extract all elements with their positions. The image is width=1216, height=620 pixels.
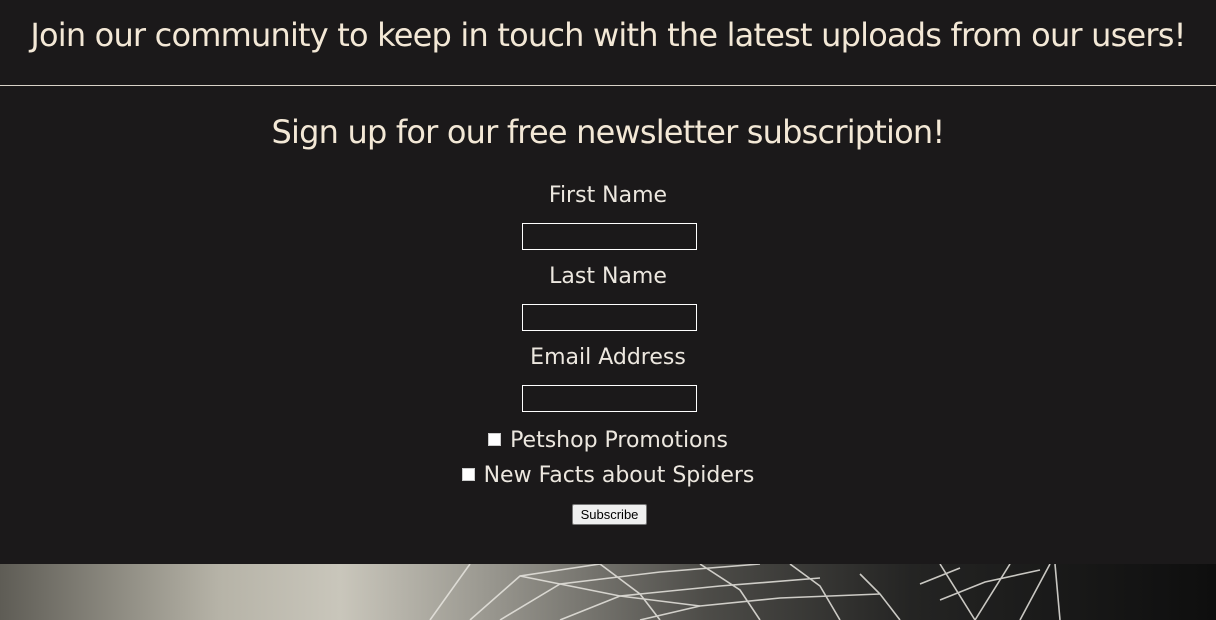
petshop-promotions-label: Petshop Promotions bbox=[510, 428, 728, 453]
spider-facts-checkbox[interactable] bbox=[461, 467, 475, 481]
last-name-label: Last Name bbox=[549, 264, 667, 289]
spider-facts-label: New Facts about Spiders bbox=[483, 463, 755, 488]
spider-facts-option: New Facts about Spiders bbox=[0, 462, 1216, 490]
spider-web-hero-image bbox=[0, 564, 1216, 620]
email-field[interactable] bbox=[522, 385, 697, 412]
email-label: Email Address bbox=[530, 345, 686, 370]
last-name-field[interactable] bbox=[522, 304, 697, 331]
subscribe-button[interactable]: Subscribe bbox=[572, 504, 647, 525]
first-name-field[interactable] bbox=[522, 223, 697, 250]
petshop-promotions-checkbox[interactable] bbox=[488, 432, 502, 446]
newsletter-heading: Sign up for our free newsletter subscrip… bbox=[271, 113, 946, 151]
first-name-label: First Name bbox=[548, 183, 668, 208]
community-heading: Join our community to keep in touch with… bbox=[30, 16, 1186, 54]
community-banner: Join our community to keep in touch with… bbox=[0, 0, 1216, 86]
petshop-promotions-option: Petshop Promotions bbox=[0, 427, 1216, 455]
spider-web-graphic bbox=[429, 564, 1061, 620]
newsletter-section: Sign up for our free newsletter subscrip… bbox=[0, 87, 1216, 564]
